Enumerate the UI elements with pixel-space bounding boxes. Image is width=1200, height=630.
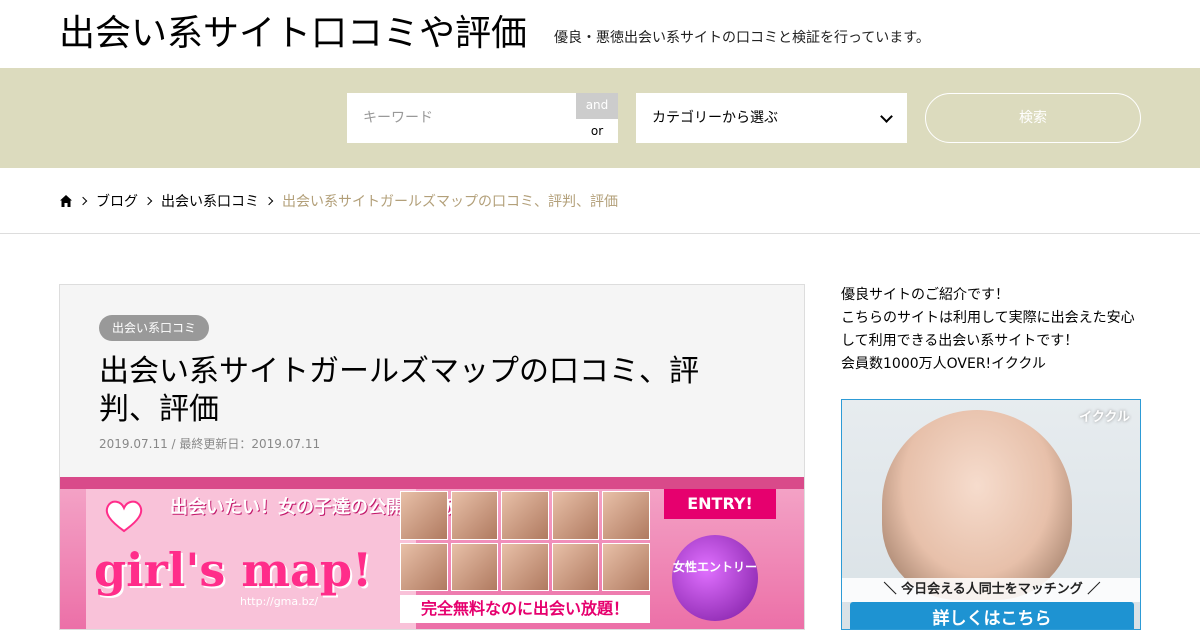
sidebar-intro: 優良サイトのご紹介です！ こちらのサイトは利用して実際に出会えた安心して利用でき… — [841, 284, 1141, 376]
and-or-toggle[interactable]: and or — [576, 93, 618, 143]
breadcrumb-separator-icon — [143, 196, 153, 206]
photo-thumb — [450, 542, 499, 591]
hero-url: http://gma.bz/ — [240, 595, 319, 608]
site-header: 出会い系サイト口コミや評価 優良・悪徳出会い系サイトの口コミと検証を行っています… — [0, 0, 1200, 68]
photo-thumb — [501, 491, 549, 540]
breadcrumb-separator-icon — [264, 196, 274, 206]
photo-thumb — [551, 491, 600, 540]
category-select[interactable]: カテゴリーから選ぶ — [636, 93, 907, 143]
and-option[interactable]: and — [576, 93, 618, 118]
ad-details-button[interactable]: 詳しくはこちら — [850, 602, 1134, 629]
sidebar-line: 優良サイトのご紹介です！ — [841, 287, 1009, 303]
photo-thumb — [450, 491, 499, 540]
home-icon[interactable] — [59, 194, 73, 208]
chevron-down-icon — [880, 110, 893, 123]
keyword-input[interactable] — [347, 93, 576, 143]
heart-icon — [105, 500, 143, 533]
breadcrumb-category[interactable]: 出会い系口コミ — [161, 191, 259, 211]
hero-image[interactable]: 出会いたい！女の子達の公開掲示板 girl's map! http://gma.… — [60, 477, 804, 629]
hero-entry: ENTRY! — [664, 489, 776, 519]
sidebar-line: こちらのサイトは利用して実際に出会えた安心して利用できる出会い系サイトです！ — [841, 310, 1135, 349]
category-select-value: カテゴリーから選ぶ — [652, 110, 778, 126]
hero-entry-ball: 女性エントリー — [672, 535, 758, 621]
site-description: 優良・悪徳出会い系サイトの口コミと検証を行っています。 — [554, 30, 930, 46]
photo-thumb — [602, 542, 650, 591]
search-bar: and or カテゴリーから選ぶ 検索 — [0, 68, 1200, 168]
breadcrumb-blog[interactable]: ブログ — [96, 191, 138, 211]
article-title: 出会い系サイトガールズマップの口コミ、評判、評価 — [99, 354, 699, 427]
breadcrumb-current: 出会い系サイトガールズマップの口コミ、評判、評価 — [282, 194, 618, 210]
hero-logo: girl's map! — [94, 543, 373, 597]
photo-thumb — [602, 491, 650, 540]
or-option[interactable]: or — [576, 118, 618, 143]
sidebar-line: 会員数1000万人OVER!イククル — [841, 356, 1046, 372]
photo-thumb — [501, 542, 549, 591]
breadcrumb-separator-icon — [78, 196, 88, 206]
photo-thumb — [400, 491, 448, 540]
article-date: 2019.07.11 / 最終更新日：2019.07.11 — [99, 437, 321, 451]
ad-brand-logo: イククル — [1079, 410, 1130, 425]
hero-photo-grid — [400, 491, 650, 591]
sidebar-ad-banner[interactable]: イククル ＼ 今日会える人同士をマッチング ／ 詳しくはこちら — [841, 399, 1141, 630]
site-title[interactable]: 出会い系サイト口コミや評価 — [59, 10, 527, 58]
category-badge[interactable]: 出会い系口コミ — [99, 315, 210, 341]
photo-thumb — [551, 542, 600, 591]
hero-free-text: 完全無料なのに出会い放題！ — [400, 595, 650, 623]
photo-thumb — [400, 542, 448, 591]
divider — [0, 233, 1200, 234]
breadcrumb: ブログ 出会い系口コミ 出会い系サイトガールズマップの口コミ、評判、評価 — [59, 190, 618, 212]
ad-model-photo — [882, 410, 1072, 600]
search-button[interactable]: 検索 — [925, 93, 1141, 143]
article-card: 出会い系口コミ 出会い系サイトガールズマップの口コミ、評判、評価 2019.07… — [59, 284, 805, 630]
hero-strip — [60, 477, 804, 489]
ad-tagline: ＼ 今日会える人同士をマッチング ／ — [842, 578, 1140, 602]
